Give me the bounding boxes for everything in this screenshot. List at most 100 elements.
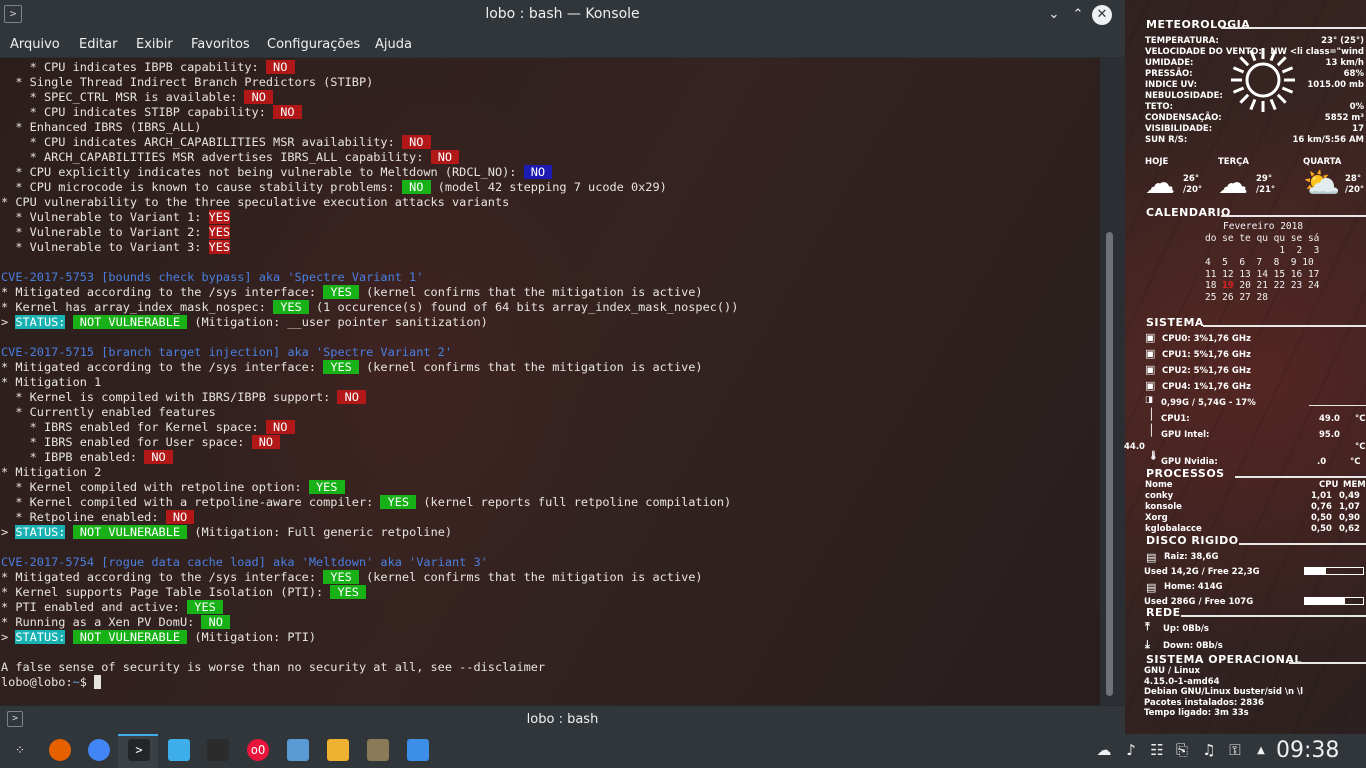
chrome-icon[interactable] [88, 739, 110, 761]
volume-icon[interactable]: ♪ [1121, 741, 1141, 759]
terminal-text: * Kernel compiled with retpoline option: [1, 480, 309, 494]
maximize-icon[interactable]: ⌃ [1068, 5, 1088, 25]
network-icon[interactable]: ☷ [1147, 741, 1167, 759]
calendar-week: 4 5 6 7 8 9 10 [1205, 256, 1314, 268]
disk-usage: Used 286G / Free 107G [1144, 597, 1254, 607]
terminal-text: > [1, 525, 16, 539]
meteo-value: 17 [1352, 124, 1364, 134]
terminal-line: * CPU indicates IBPB capability: NO [1, 60, 295, 75]
terminal-text: * PTI enabled and active: [1, 600, 188, 614]
temp-value: 95.0 [1319, 430, 1340, 440]
process-name: kglobalacce [1145, 524, 1202, 534]
clock[interactable]: 09:38 [1276, 738, 1339, 763]
os-line: GNU / Linux [1144, 666, 1200, 676]
sun-ray [1239, 93, 1250, 104]
upload-rate: Up: 0Bb/s [1163, 624, 1209, 634]
menu-ajuda[interactable]: Ajuda [375, 37, 412, 52]
process-mem: 0,49 [1339, 491, 1360, 501]
paint-icon[interactable] [327, 739, 349, 761]
sun-ray [1276, 56, 1287, 67]
terminal-text: NO [165, 510, 195, 524]
terminal-line: * Mitigated according to the /sys interf… [1, 285, 703, 300]
terminal-text: (1 occurence(s) found of 64 bits array_i… [308, 300, 739, 314]
terminal-line: * Kernel compiled with a retpoline-aware… [1, 495, 731, 510]
os-line: Pacotes instalados: 2836 [1144, 697, 1264, 708]
terminal-line: * SPEC_CTRL MSR is available: NO [1, 90, 274, 105]
terminal-text: > [1, 315, 16, 329]
terminal-text: * CPU microcode is known to cause stabil… [1, 180, 402, 194]
process-mem: 1,07 [1339, 502, 1360, 512]
meteo-label: VELOCIDADE DO VENTO: [1145, 47, 1262, 57]
speaker-icon[interactable]: ♫ [1199, 741, 1219, 759]
menu-editar[interactable]: Editar [79, 37, 118, 52]
terminal-line: * IBRS enabled for Kernel space: NO [1, 420, 295, 435]
forecast-high: 29° [1256, 174, 1273, 184]
process-cpu: 0,76 [1311, 502, 1332, 512]
terminal-line: > STATUS: NOT VULNERABLE (Mitigation: PT… [1, 630, 316, 645]
process-name: Xorg [1145, 513, 1168, 523]
terminal-text: * CPU explicitly indicates not being vul… [1, 165, 524, 179]
terminal-text: NO [265, 420, 295, 434]
menu-arquivo[interactable]: Arquivo [10, 37, 60, 52]
process-cpu: 0,50 [1311, 513, 1332, 523]
music-icon[interactable]: oO [247, 739, 269, 761]
gimp-icon[interactable] [367, 739, 389, 761]
terminal-output[interactable]: * CPU indicates IBPB capability: NO * Si… [0, 58, 1100, 705]
os-line: Debian GNU/Linux buster/sid \n \l [1144, 687, 1304, 697]
thermometer-icon: │ [1148, 408, 1155, 421]
image-viewer-icon[interactable] [287, 739, 309, 761]
system-heading: SISTEMA [1146, 316, 1204, 329]
disk-name: Raiz: 38,6G [1164, 552, 1219, 562]
up-arrow-icon[interactable]: ▲ [1251, 745, 1271, 756]
menu-favoritos[interactable]: Favoritos [191, 37, 250, 52]
terminal-line: * CPU indicates STIBP capability: NO [1, 105, 302, 120]
tab-bar: > lobo : bash [0, 705, 1125, 734]
disk-usage: Used 14,2G / Free 22,3G [1144, 567, 1260, 577]
cpu-chip-icon: ▣ [1145, 331, 1156, 344]
minimize-icon[interactable]: ⌄ [1044, 5, 1064, 25]
terminal-line: * ARCH_CAPABILITIES MSR advertises IBRS_… [1, 150, 460, 165]
meteo-value: 68% [1343, 69, 1364, 79]
terminal-line: CVE-2017-5754 [rogue data cache load] ak… [1, 555, 488, 570]
terminal-line: * Enhanced IBRS (IBRS_ALL) [1, 120, 201, 135]
terminal-text: NOT VULNERABLE [72, 315, 188, 329]
files-icon[interactable] [168, 739, 190, 761]
terminal-text: * Kernel supports Page Table Isolation (… [1, 585, 331, 599]
forecast-low: /20° [1183, 185, 1203, 195]
download-rate: Down: 0Bb/s [1163, 641, 1223, 651]
document-icon[interactable] [407, 739, 429, 761]
meteo-label: TEMPERATURA: [1145, 36, 1219, 46]
rain-cloud-icon: ☁ [1218, 166, 1248, 201]
terminal-icon[interactable] [207, 739, 229, 761]
meteo-value: 5852 m³ [1324, 113, 1364, 123]
terminal-text: * Mitigation 1 [1, 375, 102, 389]
launcher-icon[interactable]: ⁘ [9, 739, 31, 761]
terminal-text: (kernel reports full retpoline compilati… [416, 495, 732, 509]
temp-unit: °C [1355, 414, 1366, 424]
firefox-icon[interactable] [49, 739, 71, 761]
cpu-freq: 1,76 GHz [1208, 350, 1251, 360]
close-icon[interactable]: ✕ [1092, 5, 1112, 25]
menu-configuracoes[interactable]: Configurações [267, 37, 360, 52]
clipboard-icon[interactable]: ⎘ [1172, 741, 1192, 759]
divider [1239, 543, 1366, 545]
terminal-line: * CPU explicitly indicates not being vul… [1, 165, 553, 180]
konsole-icon[interactable]: > [128, 739, 150, 761]
partly-cloudy-icon: ⛅ [1303, 166, 1341, 201]
cloud-icon[interactable]: ☁ [1094, 741, 1114, 759]
terminal-text: (Mitigation: __user pointer sanitization… [187, 315, 488, 329]
cpu-freq: 1,76 GHz [1208, 366, 1251, 376]
menu-exibir[interactable]: Exibir [136, 37, 173, 52]
terminal-text: * IBRS enabled for User space: [1, 435, 252, 449]
calendar-week: 1 2 3 [1205, 245, 1320, 256]
scrollbar-thumb[interactable] [1106, 232, 1113, 696]
tab-title[interactable]: lobo : bash [0, 712, 1125, 727]
title-bar[interactable]: > lobo : bash — Konsole ⌄ ⌃ ✕ [0, 0, 1125, 30]
process-name: conky [1145, 491, 1174, 501]
lock-icon[interactable]: ⚿ [1225, 741, 1245, 759]
calendar-weekdays: do se te qu qu se sá [1205, 233, 1320, 244]
disk-heading: DISCO RIGIDO [1146, 534, 1239, 547]
terminal-line: * IBPB enabled: NO [1, 450, 173, 465]
terminal-line: * Kernel supports Page Table Isolation (… [1, 585, 367, 600]
cpu-freq: 1,76 GHz [1208, 334, 1251, 344]
